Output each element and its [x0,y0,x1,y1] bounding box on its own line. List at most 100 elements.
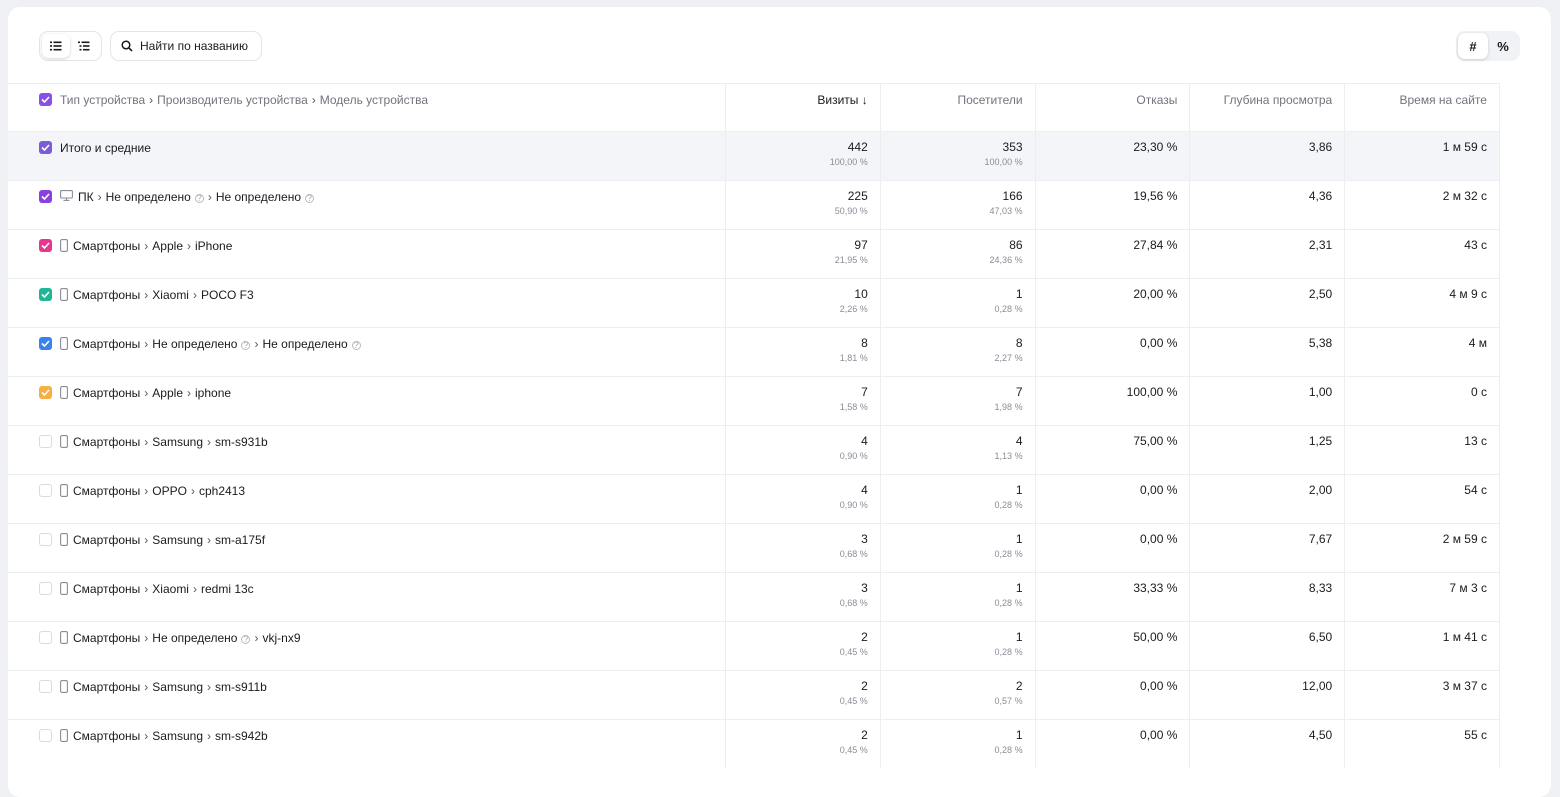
device-type-label[interactable]: Смартфоны [73,239,140,253]
table-row[interactable]: Смартфоны › Xiaomi › POCO F3 10 2,26 % 10… [8,278,1500,327]
dimension-cell: Смартфоны › Не определено? › vkj-nx9 [8,622,726,670]
visitors-column-header[interactable]: Посетители [881,84,1036,131]
manufacturer-label[interactable]: Samsung [152,680,203,694]
device-type-label[interactable]: ПК [78,190,94,204]
manufacturer-label[interactable]: Не определено? [106,190,204,204]
depth-value: 6,50 [1308,630,1333,644]
table-row[interactable]: Смартфоны › Apple › iphone 7 1,58 % 7 1,98… [8,376,1500,425]
table-row[interactable]: Смартфоны › Apple › iPhone 97 21,95 % 86 2… [8,229,1500,278]
device-type-label[interactable]: Смартфоны [73,288,140,302]
manufacturer-label[interactable]: Apple [152,386,183,400]
row-checkbox[interactable] [39,435,52,448]
visits-value: 3 [861,581,868,595]
model-label[interactable]: Не определено? [216,190,314,204]
time-cell: 1 м 41 с [1345,622,1500,670]
visitors-value: 1 [1015,483,1023,497]
visitors-value: 4 [1015,434,1023,448]
model-label[interactable]: redmi 13c [201,582,254,596]
device-type-label[interactable]: Смартфоны [73,582,140,596]
row-checkbox[interactable] [39,582,52,595]
help-icon[interactable]: ? [241,634,251,644]
model-label[interactable]: POCO F3 [201,288,254,302]
manufacturer-label[interactable]: OPPO [152,484,187,498]
row-checkbox[interactable] [39,631,52,644]
dimension-part-model[interactable]: Модель устройства [320,93,428,107]
dimension-part-manufacturer[interactable]: Производитель устройства [157,93,308,107]
row-checkbox[interactable] [39,386,52,399]
device-type-label[interactable]: Смартфоны [73,631,140,645]
row-checkbox[interactable] [39,337,52,350]
table-row[interactable]: Смартфоны › OPPO › cph2413 4 0,90 % 1 0,28… [8,474,1500,523]
model-label[interactable]: vkj-nx9 [262,631,300,645]
model-label[interactable]: cph2413 [199,484,245,498]
depth-value: 2,00 [1308,483,1333,497]
device-type-label[interactable]: Смартфоны [73,386,140,400]
table-row[interactable]: Смартфоны › Не определено? › Не определе… [8,327,1500,376]
row-checkbox[interactable] [39,484,52,497]
depth-column-header[interactable]: Глубина просмотра [1190,84,1346,131]
help-icon[interactable]: ? [351,340,361,350]
model-label[interactable]: sm-a175f [215,533,265,547]
table-row[interactable]: Смартфоны › Samsung › sm-a175f 3 0,68 % 1… [8,523,1500,572]
device-type-label[interactable]: Смартфоны [73,729,140,743]
dimension-header[interactable]: Тип устройства › Производитель устройств… [8,84,726,131]
list-view-button[interactable] [42,34,70,58]
visits-column-header[interactable]: Визиты ↓ [726,84,881,131]
row-checkbox[interactable] [39,729,52,742]
device-type-label[interactable]: Смартфоны [73,680,140,694]
model-label[interactable]: iPhone [195,239,232,253]
dimension-cell: Смартфоны › OPPO › cph2413 [8,475,726,523]
visitors-percent: 1,98 % [994,402,1023,412]
check-icon [41,193,50,200]
percent-mode-button[interactable]: % [1488,33,1518,59]
tree-view-button[interactable] [70,34,98,58]
table-row[interactable]: Смартфоны › Samsung › sm-s942b 2 0,45 % 1… [8,719,1500,768]
row-checkbox[interactable] [39,533,52,546]
table-row[interactable]: Смартфоны › Samsung › sm-s911b 2 0,45 % 2… [8,670,1500,719]
manufacturer-label[interactable]: Samsung [152,533,203,547]
search-label: Найти по названию [140,39,248,53]
manufacturer-label[interactable]: Xiaomi [152,582,189,596]
table-row[interactable]: Смартфоны › Xiaomi › redmi 13c 3 0,68 % 1… [8,572,1500,621]
visits-value: 225 [847,189,868,203]
row-checkbox[interactable] [39,288,52,301]
row-checkbox[interactable] [39,680,52,693]
row-checkbox[interactable] [39,190,52,203]
manufacturer-label[interactable]: Не определено? [152,631,251,645]
model-label[interactable]: sm-s931b [215,435,268,449]
device-type-label[interactable]: Смартфоны [73,533,140,547]
dimension-part-device-type[interactable]: Тип устройства [60,93,145,107]
manufacturer-label[interactable]: Xiaomi [152,288,189,302]
device-type-label[interactable]: Смартфоны [73,337,140,351]
bounces-cell: 20,00 % [1036,279,1191,327]
bounces-column-header[interactable]: Отказы [1036,84,1191,131]
model-label[interactable]: Не определено? [262,337,361,351]
totals-checkbox[interactable] [39,141,52,154]
time-column-header[interactable]: Время на сайте [1345,84,1500,131]
device-type-label[interactable]: Смартфоны [73,435,140,449]
row-checkbox[interactable] [39,239,52,252]
model-label[interactable]: iphone [195,386,231,400]
bounces-cell: 0,00 % [1036,328,1191,376]
visits-cell: 3 0,68 % [726,573,881,621]
help-icon[interactable]: ? [194,193,204,203]
help-icon[interactable]: ? [305,193,314,203]
model-label[interactable]: sm-s942b [215,729,268,743]
breadcrumb-separator: › [187,386,191,400]
help-icon[interactable]: ? [241,340,251,350]
time-value: 2 м 59 с [1442,532,1487,546]
manufacturer-label[interactable]: Samsung [152,729,203,743]
table-row[interactable]: Смартфоны › Samsung › sm-s931b 4 0,90 % 4… [8,425,1500,474]
manufacturer-label[interactable]: Apple [152,239,183,253]
depth-value: 4,36 [1308,189,1333,203]
device-type-label[interactable]: Смартфоны [73,484,140,498]
view-toggle [39,31,102,61]
model-label[interactable]: sm-s911b [215,680,267,694]
manufacturer-label[interactable]: Samsung [152,435,203,449]
manufacturer-label[interactable]: Не определено? [152,337,251,351]
table-row[interactable]: Смартфоны › Не определено? › vkj-nx9 2 0,… [8,621,1500,670]
search-button[interactable]: Найти по названию [110,31,262,61]
absolute-mode-button[interactable]: # [1458,33,1488,59]
header-checkbox[interactable] [39,93,52,106]
table-row[interactable]: ПК › Не определено? › Не определено? 225… [8,180,1500,229]
